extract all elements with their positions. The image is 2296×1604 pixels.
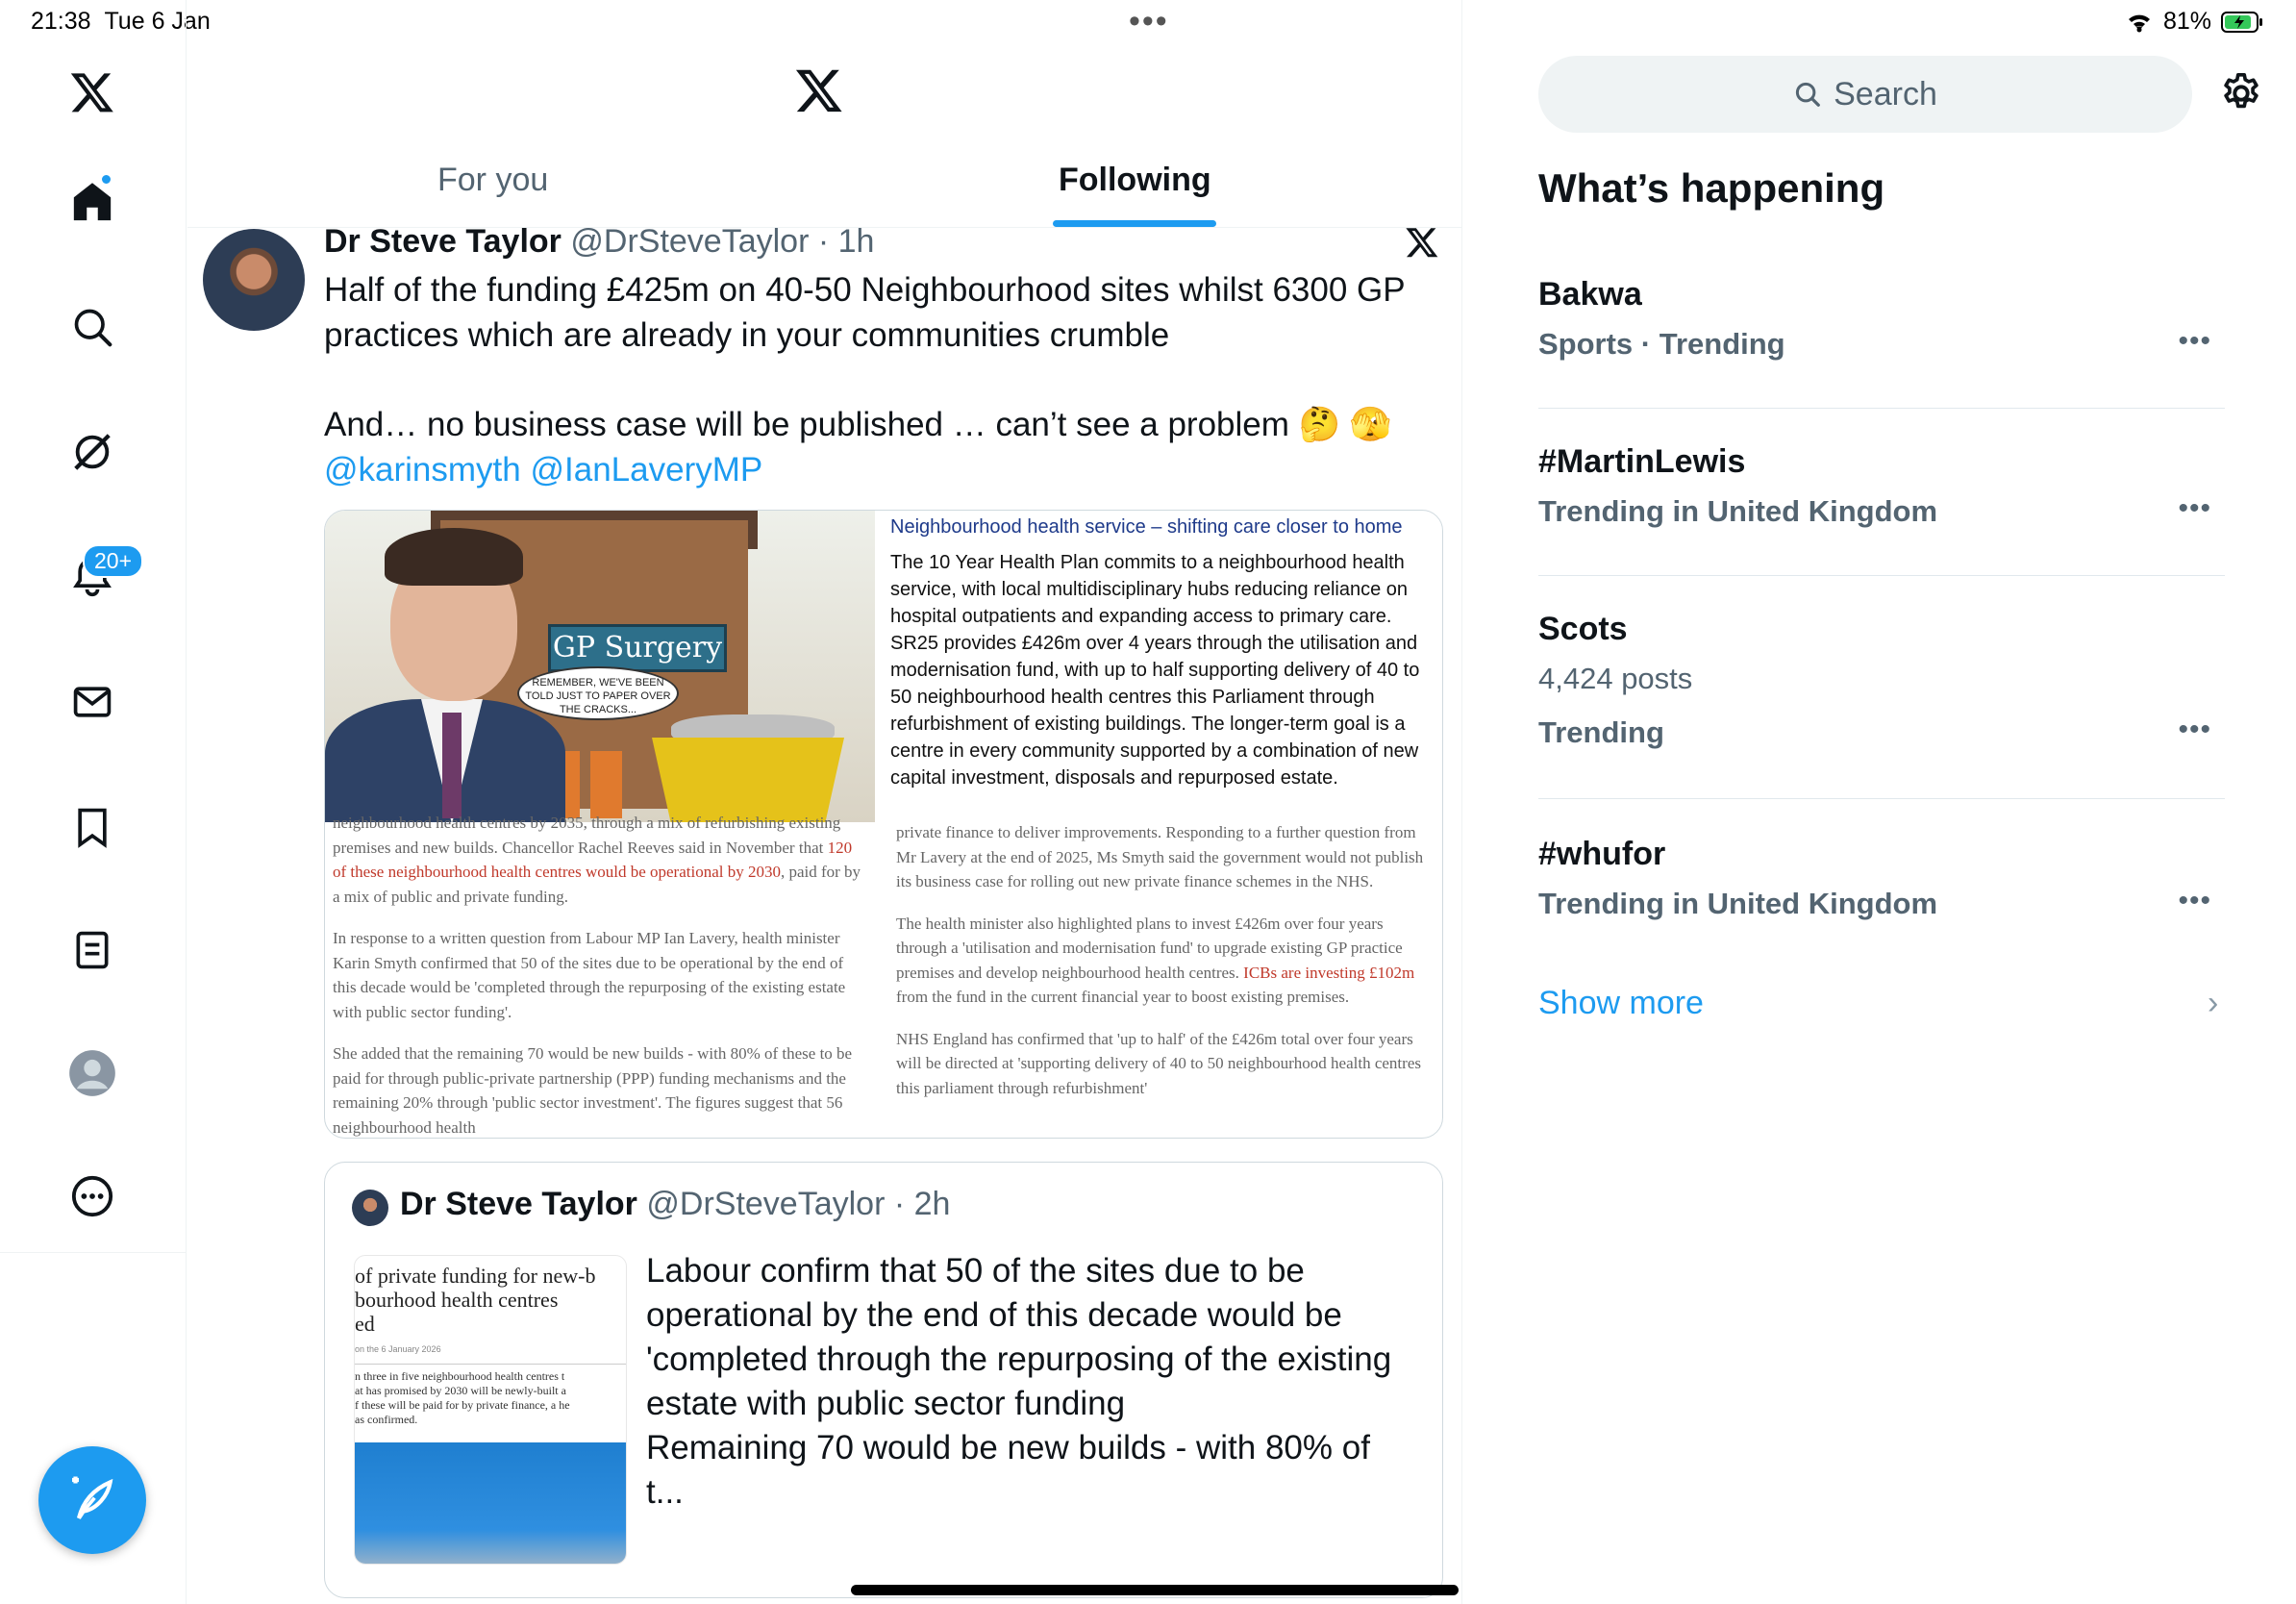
author-avatar[interactable]: [203, 229, 305, 331]
trend-divider: [1538, 408, 2225, 409]
article-left-p2: In response to a written question from L…: [333, 929, 846, 1021]
article-left-p1a: neighbourhood health centres by 2035, th…: [333, 814, 841, 857]
art-skip: [652, 738, 844, 822]
author-handle[interactable]: @DrSteveTaylor: [570, 223, 809, 260]
more-icon[interactable]: [58, 1162, 127, 1231]
trend-title: #MartinLewis: [1538, 443, 1746, 480]
art-sign: GP Surgery: [548, 624, 727, 672]
active-tab-indicator: [1053, 220, 1216, 227]
trend-meta: Trending in United Kingdom: [1538, 494, 1938, 528]
art-hair: [385, 528, 523, 586]
quoted-author-handle: @DrSteveTaylor: [646, 1186, 886, 1222]
tweet-text-line2: And… no business case will be published …: [324, 406, 1392, 443]
article-left-column: neighbourhood health centres by 2035, th…: [333, 811, 861, 1138]
trend-count: 4,424 posts: [1538, 662, 1693, 695]
quoted-thumbnail: of private funding for new-b bourhood he…: [354, 1255, 627, 1565]
trend-meta: Sports · Trending: [1538, 327, 1785, 361]
trend-title: Bakwa: [1538, 276, 1642, 313]
x-header-logo-icon: [794, 65, 844, 120]
search-field-icon: [1796, 82, 1820, 107]
thumb-date: on the 6 January 2026: [355, 1344, 441, 1354]
trend-meta: Trending: [1538, 715, 1664, 749]
quoted-text-line2: Remaining 70 would be new builds - with …: [646, 1429, 1370, 1511]
quoted-author-name: Dr Steve Taylor: [400, 1186, 637, 1222]
x-logo-icon[interactable]: [58, 58, 127, 127]
home-indicator[interactable]: [851, 1585, 1459, 1595]
thumb-photo: [355, 1442, 626, 1564]
thumb-body: n three in five neighbourhood health cen…: [355, 1369, 570, 1426]
quoted-text-line1: Labour confirm that 50 of the sites due …: [646, 1252, 1392, 1422]
right-sidebar: Search What’s happening Bakwa Sports · T…: [1463, 0, 2296, 1604]
panel-body: The 10 Year Health Plan commits to a nei…: [890, 552, 1420, 789]
author-name[interactable]: Dr Steve Taylor: [324, 223, 562, 260]
trend-item[interactable]: Bakwa Sports · Trending •••: [1538, 271, 2225, 371]
thumb-title: of private funding for new-b bourhood he…: [355, 1264, 596, 1336]
quoted-tweet[interactable]: Dr Steve Taylor @DrSteveTaylor · 2h of p…: [324, 1162, 1443, 1598]
cartoon-illustration: GP Surgery REMEMBER, WE'VE BEEN TOLD JUS…: [325, 511, 875, 822]
bookmarks-icon[interactable]: [58, 792, 127, 862]
trend-title: #whufor: [1538, 836, 1666, 872]
home-icon[interactable]: [58, 167, 127, 237]
lists-icon[interactable]: [58, 915, 127, 985]
panel-heading: Neighbourhood health service – shifting …: [890, 516, 1403, 538]
nav-divider: [0, 1252, 187, 1253]
chevron-right-icon: ›: [2208, 985, 2219, 1021]
settings-gear-icon[interactable]: [2219, 71, 2263, 120]
search-input[interactable]: Search: [1538, 56, 2192, 133]
article-panel: Neighbourhood health service – shifting …: [890, 511, 1442, 822]
article-right-link: ICBs are investing £102m: [1243, 963, 1415, 982]
tweet-text-line1: Half of the funding £425m on 40-50 Neigh…: [324, 271, 1405, 354]
trend-item[interactable]: #MartinLewis Trending in United Kingdom …: [1538, 439, 2225, 539]
tweet-header: Dr Steve Taylor @DrSteveTaylor · 1h: [324, 223, 874, 261]
tweet-time[interactable]: · 1h: [818, 223, 875, 260]
trend-item[interactable]: #whufor Trending in United Kingdom •••: [1538, 831, 2225, 931]
tab-for-you[interactable]: For you: [437, 162, 548, 229]
left-nav: 20+: [0, 0, 187, 1604]
trend-divider: [1538, 575, 2225, 576]
x-corner-icon: [1405, 225, 1439, 264]
show-more-link[interactable]: Show more: [1538, 985, 1704, 1022]
trend-divider: [1538, 798, 2225, 799]
mention-karinsmyth[interactable]: @karinsmyth: [324, 451, 521, 489]
trend-more-icon[interactable]: •••: [2178, 714, 2211, 746]
grok-icon[interactable]: [58, 417, 127, 487]
compose-icon: [72, 1476, 113, 1519]
mention-ianlaverymp[interactable]: @IanLaveryMP: [530, 451, 762, 489]
article-left-p3: She added that the remaining 70 would be…: [333, 1044, 853, 1137]
trend-meta: Trending in United Kingdom: [1538, 887, 1938, 920]
trend-more-icon[interactable]: •••: [2178, 885, 2211, 917]
quoted-tweet-header: Dr Steve Taylor @DrSteveTaylor · 2h: [400, 1186, 950, 1223]
thumb-divider: [355, 1364, 626, 1365]
quoted-tweet-time: · 2h: [893, 1186, 951, 1222]
trend-title: Scots: [1538, 611, 1628, 647]
quoted-tweet-text: Labour confirm that 50 of the sites due …: [646, 1249, 1415, 1515]
compose-post-button[interactable]: [38, 1446, 146, 1554]
tweet-text: Half of the funding £425m on 40-50 Neigh…: [324, 267, 1420, 492]
article-right-column: private finance to deliver improvements.…: [896, 820, 1427, 1117]
notifications-badge: 20+: [83, 544, 144, 578]
art-politician: [325, 511, 565, 822]
timeline-column: For you Following Dr Steve Taylor @DrSte…: [187, 0, 1462, 1604]
article-right-p2b: from the fund in the current financial y…: [896, 988, 1350, 1006]
trend-more-icon[interactable]: •••: [2178, 325, 2211, 358]
trend-item[interactable]: Scots 4,424 posts Trending •••: [1538, 606, 2225, 760]
home-notification-dot: [100, 173, 112, 186]
quoted-author-avatar: [352, 1190, 388, 1226]
trend-more-icon[interactable]: •••: [2178, 492, 2211, 525]
tab-following[interactable]: Following: [1059, 162, 1211, 229]
art-tie: [442, 713, 462, 818]
article-right-p3: NHS England has confirmed that 'up to ha…: [896, 1029, 1421, 1097]
tweet-media-image[interactable]: GP Surgery REMEMBER, WE'VE BEEN TOLD JUS…: [324, 510, 1443, 1139]
article-right-p1: private finance to deliver improvements.…: [896, 823, 1424, 890]
search-icon[interactable]: [58, 292, 127, 362]
profile-avatar-icon[interactable]: [58, 1039, 127, 1108]
whats-happening-heading: What’s happening: [1538, 165, 1885, 211]
search-placeholder: Search: [1834, 75, 1937, 113]
messages-icon[interactable]: [58, 667, 127, 737]
